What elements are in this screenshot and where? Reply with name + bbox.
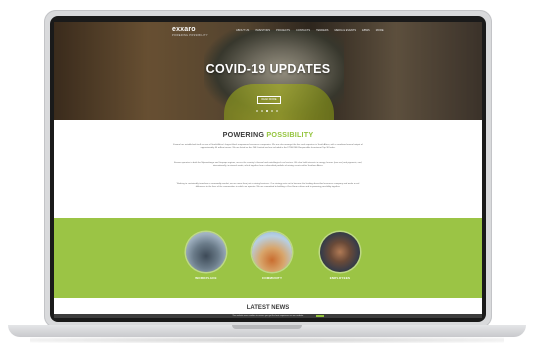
carousel-dot-active[interactable] [266, 110, 268, 112]
intro-paragraph-3-a: Working to sustainably transform a commo… [176, 183, 354, 185]
carousel-dot[interactable] [271, 110, 273, 112]
laptop-notch [232, 325, 302, 329]
section-heading: POWERING POSSIBILITY [54, 130, 482, 139]
intro-paragraph-2-a: Exxaro operates in both the Mpumalanga a… [174, 162, 334, 164]
nav-item-contacts[interactable]: CONTACTS [296, 29, 310, 32]
community-image[interactable] [252, 232, 292, 272]
site-logo-tagline: POWERING POSSIBILITY [172, 34, 208, 37]
workplace-image[interactable] [186, 232, 226, 272]
intro-paragraph-3: Working to sustainably transform a commo… [172, 183, 364, 189]
employees-label[interactable]: EMPLOYEES [310, 276, 370, 280]
hero-banner: exxaro POWERING POSSIBILITY ABOUT US INV… [54, 22, 482, 120]
carousel-dot[interactable] [256, 110, 258, 112]
heading-part-1: POWERING [222, 130, 265, 139]
website-screen: exxaro POWERING POSSIBILITY ABOUT US INV… [54, 22, 482, 318]
intro-paragraph-1-a: Exxaro has established itself as one of … [173, 144, 347, 146]
employees-image[interactable] [320, 232, 360, 272]
intro-paragraph-1: Exxaro has established itself as one of … [172, 144, 364, 150]
community-label[interactable]: COMMUNITY [242, 276, 302, 280]
nav-item-about[interactable]: ABOUT US [236, 29, 249, 32]
nav-item-tenders[interactable]: TENDERS [316, 29, 328, 32]
latest-news-heading: LATEST NEWS [246, 305, 290, 311]
heading-part-2: POSSIBILITY [266, 130, 314, 139]
nav-item-media[interactable]: MEDIA & EVENTS [335, 29, 357, 32]
nav-item-ebws[interactable]: EBWS [362, 29, 370, 32]
workplace-label[interactable]: WORKPLACE [176, 276, 236, 280]
carousel-dot[interactable] [276, 110, 278, 112]
intro-paragraph-2: Exxaro operates in both the Mpumalanga a… [172, 162, 364, 168]
hero-read-more-button[interactable]: READ MORE [257, 96, 281, 104]
nav-menu: ABOUT US INVESTORS PROJECTS CONTACTS TEN… [236, 29, 384, 32]
hero-carousel-dots [256, 110, 278, 112]
nav-item-projects[interactable]: PROJECTS [276, 29, 290, 32]
cookie-text: This website uses cookies to ensure you … [232, 315, 304, 317]
nav-item-more[interactable]: MORE [376, 29, 384, 32]
top-navigation: exxaro POWERING POSSIBILITY ABOUT US INV… [54, 22, 482, 40]
cookie-accept-button[interactable] [316, 314, 324, 318]
site-logo[interactable]: exxaro [172, 26, 196, 33]
carousel-dot[interactable] [261, 110, 263, 112]
laptop-shadow [30, 337, 504, 343]
hero-title: COVID-19 UPDATES [205, 62, 331, 76]
nav-item-investors[interactable]: INVESTORS [255, 29, 270, 32]
